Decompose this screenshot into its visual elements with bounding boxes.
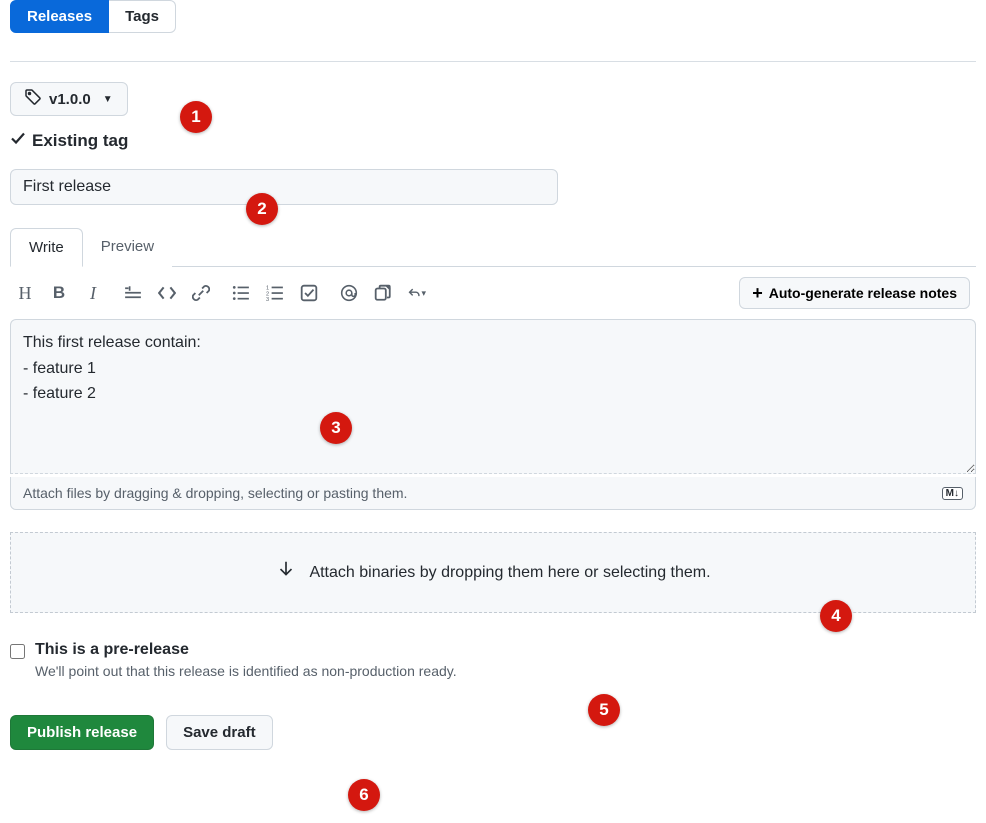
tag-version-label: v1.0.0 (49, 91, 91, 108)
annotation-badge-2: 2 (246, 193, 278, 225)
existing-tag-indicator: Existing tag (10, 130, 976, 151)
check-icon (10, 130, 26, 151)
cross-reference-icon[interactable] (374, 284, 392, 302)
auto-generate-notes-button[interactable]: + Auto-generate release notes (739, 277, 970, 309)
save-draft-button[interactable]: Save draft (166, 715, 273, 750)
tasklist-icon[interactable] (300, 284, 318, 302)
tab-tags[interactable]: Tags (109, 0, 176, 33)
tab-releases[interactable]: Releases (10, 0, 109, 33)
svg-text:3: 3 (266, 297, 269, 302)
attach-files-strip[interactable]: Attach files by dragging & dropping, sel… (10, 477, 976, 510)
annotation-badge-1: 1 (180, 101, 212, 133)
markdown-toolbar: H B I (16, 284, 426, 302)
reply-icon[interactable]: ▾ (408, 284, 426, 302)
plus-icon: + (752, 284, 763, 302)
link-icon[interactable] (192, 284, 210, 302)
code-icon[interactable] (158, 284, 176, 302)
tag-icon (25, 89, 41, 109)
prerelease-checkbox[interactable] (10, 644, 25, 659)
prerelease-description: We'll point out that this release is ide… (35, 663, 457, 679)
existing-tag-label: Existing tag (32, 131, 128, 151)
markdown-badge-icon[interactable]: M↓ (942, 487, 963, 500)
attach-binaries-label: Attach binaries by dropping them here or… (309, 564, 710, 582)
quote-icon[interactable] (124, 284, 142, 302)
mention-icon[interactable] (340, 284, 358, 302)
ordered-list-icon[interactable]: 123 (266, 284, 284, 302)
editor-tab-write[interactable]: Write (10, 228, 83, 267)
annotation-badge-5: 5 (588, 694, 620, 726)
italic-icon[interactable]: I (84, 284, 102, 302)
editor-tab-preview[interactable]: Preview (83, 228, 172, 267)
attach-files-hint: Attach files by dragging & dropping, sel… (23, 485, 407, 501)
heading-icon[interactable]: H (16, 284, 34, 302)
tag-selector-button[interactable]: v1.0.0 ▼ (10, 82, 128, 116)
divider (10, 61, 976, 62)
release-description-textarea[interactable] (10, 319, 976, 474)
release-title-input[interactable] (10, 169, 558, 205)
download-arrow-icon (275, 559, 297, 586)
unordered-list-icon[interactable] (232, 284, 250, 302)
top-tabs: Releases Tags (10, 0, 976, 33)
auto-generate-label: Auto-generate release notes (769, 285, 957, 301)
annotation-badge-4: 4 (820, 600, 852, 632)
annotation-badge-3: 3 (320, 412, 352, 444)
caret-down-icon: ▼ (103, 94, 113, 105)
bold-icon[interactable]: B (50, 284, 68, 302)
prerelease-label: This is a pre-release (35, 641, 457, 659)
publish-release-button[interactable]: Publish release (10, 715, 154, 750)
annotation-badge-6: 6 (348, 779, 380, 811)
editor-tabs: Write Preview (10, 227, 976, 267)
